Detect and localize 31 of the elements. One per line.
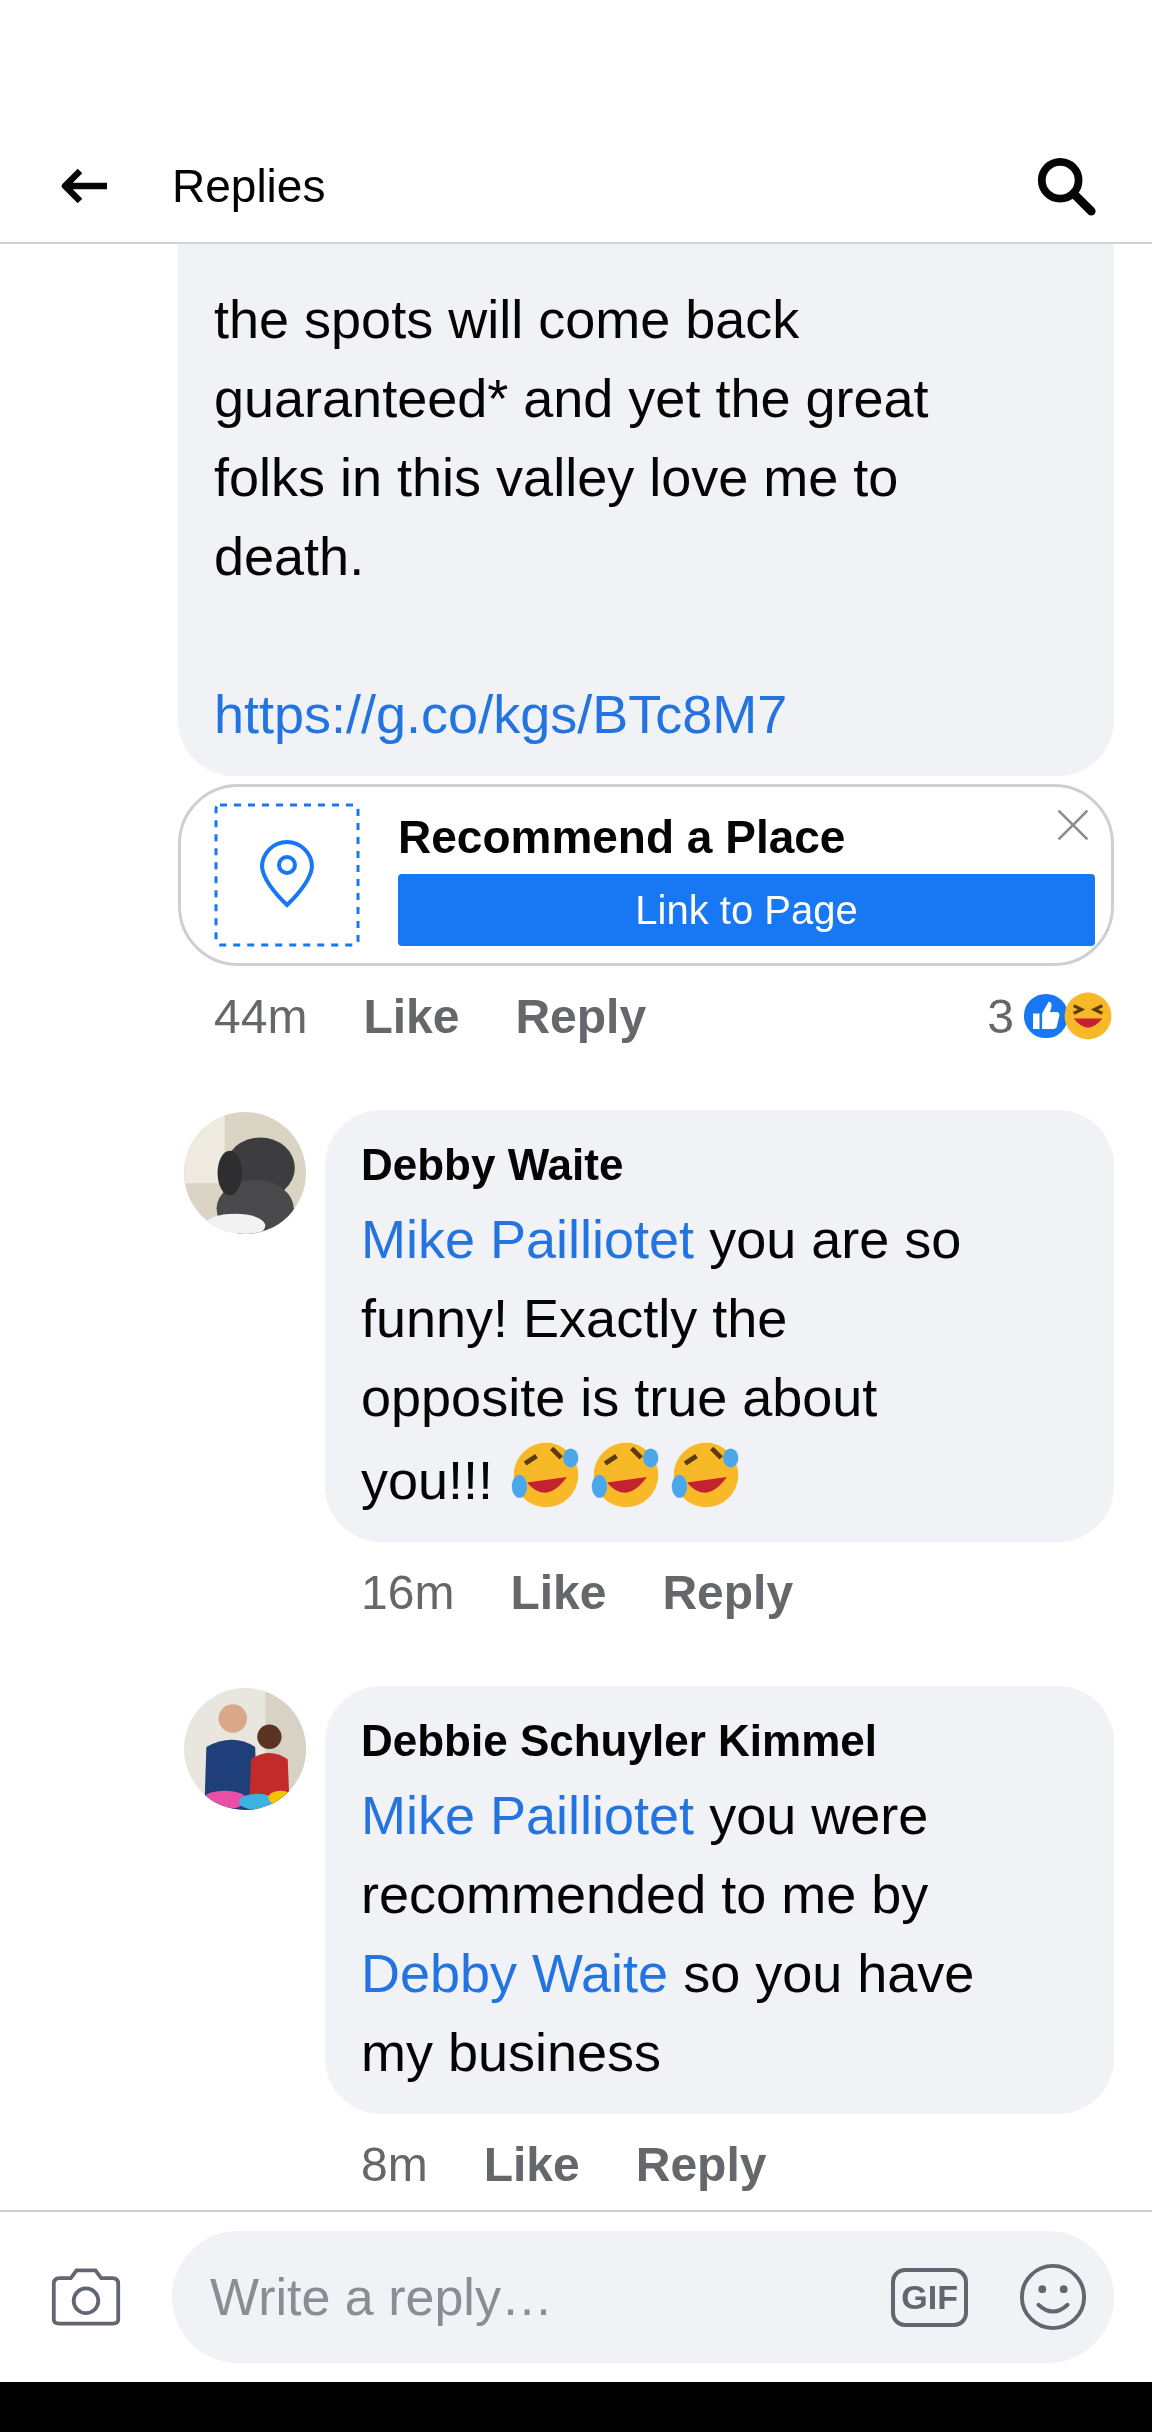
- like-link[interactable]: Like: [483, 2136, 580, 2192]
- reply-link[interactable]: Reply: [662, 1564, 794, 1620]
- time-label: 44m: [214, 988, 308, 1044]
- mention-link[interactable]: Mike Pailliotet: [361, 1785, 695, 1845]
- back-arrow-icon[interactable]: [60, 168, 110, 204]
- close-icon[interactable]: [1055, 807, 1091, 843]
- emoji-icon[interactable]: [1018, 2262, 1088, 2332]
- camera-icon[interactable]: [50, 2266, 122, 2328]
- comment-text: the spots will come back guaranteed* and yet the great folks in this valley love me to death.: [214, 288, 930, 588]
- card-title: Recommend a Place: [398, 810, 846, 865]
- search-icon[interactable]: [1035, 155, 1097, 217]
- url-link[interactable]: https://g.co/kgs/BTc8M7: [214, 675, 1084, 754]
- reply-link[interactable]: Reply: [635, 2136, 767, 2192]
- comment-text: Mike Pailliotet you are so funny! Exactly the opposite is true about you!!!: [361, 1200, 1084, 1520]
- page-title: Replies: [172, 159, 327, 213]
- comment-text: Mike Pailliotet you were recommended to me by Debby Waite so you have my business: [361, 1784, 976, 2084]
- laughing-reaction-icon: [1062, 990, 1114, 1042]
- like-link[interactable]: Like: [510, 1564, 607, 1620]
- mention-link[interactable]: Mike Pailliotet: [361, 1209, 695, 1269]
- link-to-page-button[interactable]: Link to Page: [398, 874, 1095, 946]
- time-label: 16m: [361, 1564, 455, 1620]
- location-pin-icon: [214, 803, 360, 947]
- reaction-count: 3: [987, 988, 1014, 1044]
- like-link[interactable]: Like: [363, 988, 460, 1044]
- reply-input-field[interactable]: Write a reply… GIF: [172, 2231, 1114, 2363]
- author-name[interactable]: Debby Waite: [361, 1130, 1084, 1200]
- author-name[interactable]: Debbie Schuyler Kimmel: [361, 1706, 1084, 1776]
- gif-button[interactable]: GIF: [891, 2267, 968, 2327]
- reply-link[interactable]: Reply: [515, 988, 647, 1044]
- mention-link[interactable]: Debby Waite: [361, 1943, 669, 2003]
- time-label: 8m: [361, 2136, 428, 2192]
